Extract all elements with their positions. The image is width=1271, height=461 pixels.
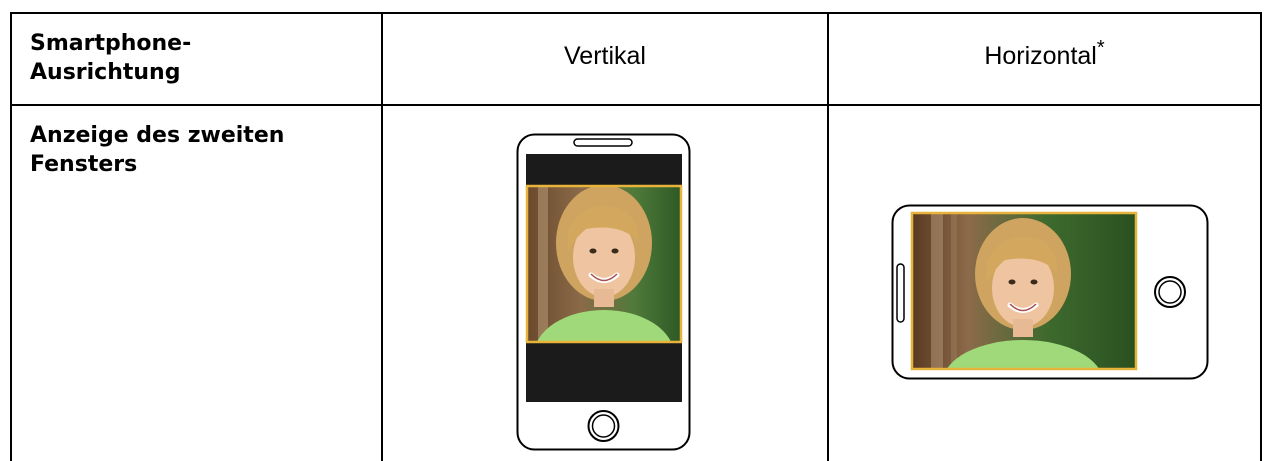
table-border-top xyxy=(10,12,1262,14)
header-horizontal-text: Horizontal xyxy=(984,42,1097,70)
header-orientation-label: Smartphone- Ausrichtung xyxy=(30,29,370,87)
table-border-left xyxy=(10,12,12,461)
table-border-right xyxy=(1260,12,1262,461)
table-divider-col-1 xyxy=(381,12,383,461)
smartphone-portrait-icon xyxy=(516,133,691,451)
footnote-marker: * xyxy=(1096,37,1105,59)
row-label-line2: Fensters xyxy=(30,152,138,177)
smartphone-landscape-icon xyxy=(891,204,1209,380)
row-second-window-label: Anzeige des zweiten Fensters xyxy=(30,121,370,179)
header-horizontal: Horizontal* xyxy=(829,38,1260,72)
header-orientation-label-line2: Ausrichtung xyxy=(30,60,181,85)
header-vertical: Vertikal xyxy=(564,42,646,70)
row-label-line1: Anzeige des zweiten xyxy=(30,123,285,148)
header-orientation-label-line1: Smartphone- xyxy=(30,31,192,56)
table-divider-row xyxy=(10,104,1262,106)
table-divider-col-2 xyxy=(827,12,829,461)
